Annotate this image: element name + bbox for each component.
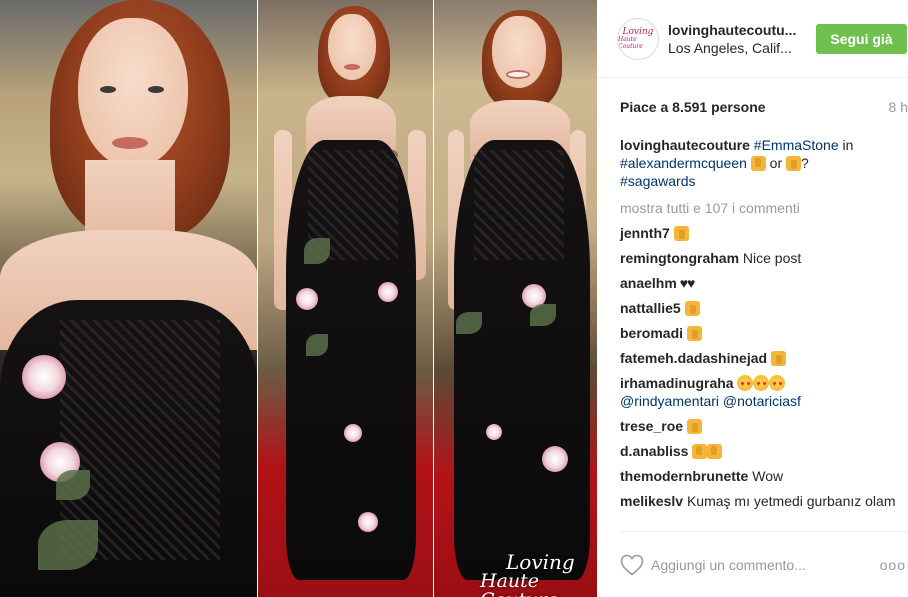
add-comment-input[interactable] — [651, 552, 871, 578]
comment-user[interactable]: d.anabliss — [620, 443, 688, 459]
comment-user[interactable]: trese_roe — [620, 418, 683, 434]
caption-user[interactable]: lovinghautecouture — [620, 137, 750, 153]
comment-user[interactable]: themodernbrunette — [620, 468, 748, 484]
photo-panel-closeup — [0, 0, 258, 597]
comment-user[interactable]: irhamadinugraha — [620, 375, 734, 391]
more-options-icon[interactable]: ooo — [880, 557, 906, 573]
caption-text: ? — [801, 155, 809, 171]
thumbs-down-icon — [770, 351, 786, 366]
thumbs-down-icon — [786, 156, 801, 171]
like-heart-icon[interactable] — [620, 554, 644, 576]
hashtag-link[interactable]: #EmmaStone — [754, 137, 839, 153]
comment-item: jennth7 — [620, 224, 902, 242]
post-caption: lovinghautecouture #EmmaStone in #alexan… — [620, 136, 902, 190]
avatar-text-line2: Haute Couture — [618, 35, 643, 50]
comment-item: melikeslv Kumaş mı yetmedi gurbanız olam — [620, 492, 902, 510]
hashtag-link[interactable]: #alexandermcqueen — [620, 155, 747, 171]
thumbs-down-icon — [684, 301, 700, 316]
comment-item: trese_roe — [620, 417, 902, 435]
comment-user[interactable]: remingtongraham — [620, 250, 739, 266]
caption-text: or — [765, 155, 786, 171]
comment-item: irhamadinugraha @rindyamentari @notarici… — [620, 374, 902, 410]
comment-item: themodernbrunette Wow — [620, 467, 902, 485]
thumbs-up-icon — [692, 444, 708, 459]
comment-item: anaelhm ♥♥ — [620, 274, 902, 292]
avatar[interactable]: Loving Haute Couture — [617, 18, 659, 60]
heart-eyes-icon — [753, 375, 770, 394]
mention-link[interactable]: @notariciasf — [723, 393, 801, 409]
watermark-line2: Haute Couture — [480, 570, 558, 597]
comment-item: fatemeh.dadashinejad — [620, 349, 902, 367]
thumbs-down-icon — [686, 419, 702, 434]
post-time[interactable]: 8 h — [889, 99, 908, 115]
comment-item: nattallie5 — [620, 299, 902, 317]
comment-user[interactable]: fatemeh.dadashinejad — [620, 350, 767, 366]
photo-panel-smiling — [434, 0, 597, 597]
comment-user[interactable]: anaelhm — [620, 275, 677, 291]
likes-count[interactable]: Piace a 8.591 persone — [620, 99, 766, 115]
photo-watermark: Loving Haute Couture — [480, 552, 597, 597]
comment-text: Wow — [748, 468, 784, 484]
mention-link[interactable]: @rindyamentari — [620, 393, 719, 409]
thumbs-up-icon — [750, 156, 766, 171]
comment-text: Nice post — [739, 250, 802, 266]
comment-footer: ooo — [620, 531, 908, 597]
caption-text: in — [838, 137, 854, 153]
comments-list: lovinghautecouture #EmmaStone in #alexan… — [620, 136, 902, 517]
location-link[interactable]: Los Angeles, Calif... — [668, 40, 803, 56]
thumbs-down-icon — [686, 326, 702, 341]
comment-user[interactable]: beromadi — [620, 325, 683, 341]
comment-text: ♥♥ — [676, 275, 696, 291]
thumbs-down-icon — [673, 226, 689, 241]
comment-user[interactable]: melikeslv — [620, 493, 683, 509]
post-photo[interactable]: Loving Haute Couture — [0, 0, 597, 597]
comment-text: Kumaş mı yetmedi gurbanız olam — [683, 493, 896, 509]
comment-item: remingtongraham Nice post — [620, 249, 902, 267]
post-sidebar: Loving Haute Couture lovinghautecoutu...… — [597, 0, 908, 597]
hashtag-link[interactable]: #sagawards — [620, 173, 696, 189]
thumbs-up-icon — [707, 444, 723, 459]
heart-eyes-icon — [769, 375, 786, 394]
username-link[interactable]: lovinghautecoutu... — [668, 22, 803, 38]
following-button[interactable]: Segui già — [816, 24, 907, 54]
comment-item: beromadi — [620, 324, 902, 342]
comment-user[interactable]: nattallie5 — [620, 300, 681, 316]
comment-item: d.anabliss — [620, 442, 902, 460]
watermark-line1: Loving — [506, 550, 575, 574]
photo-panel-fulllength — [258, 0, 434, 597]
post-header: Loving Haute Couture lovinghautecoutu...… — [597, 0, 908, 78]
comment-user[interactable]: jennth7 — [620, 225, 670, 241]
heart-eyes-icon — [737, 375, 754, 394]
show-all-comments-link[interactable]: mostra tutti e 107 i commenti — [620, 199, 902, 217]
